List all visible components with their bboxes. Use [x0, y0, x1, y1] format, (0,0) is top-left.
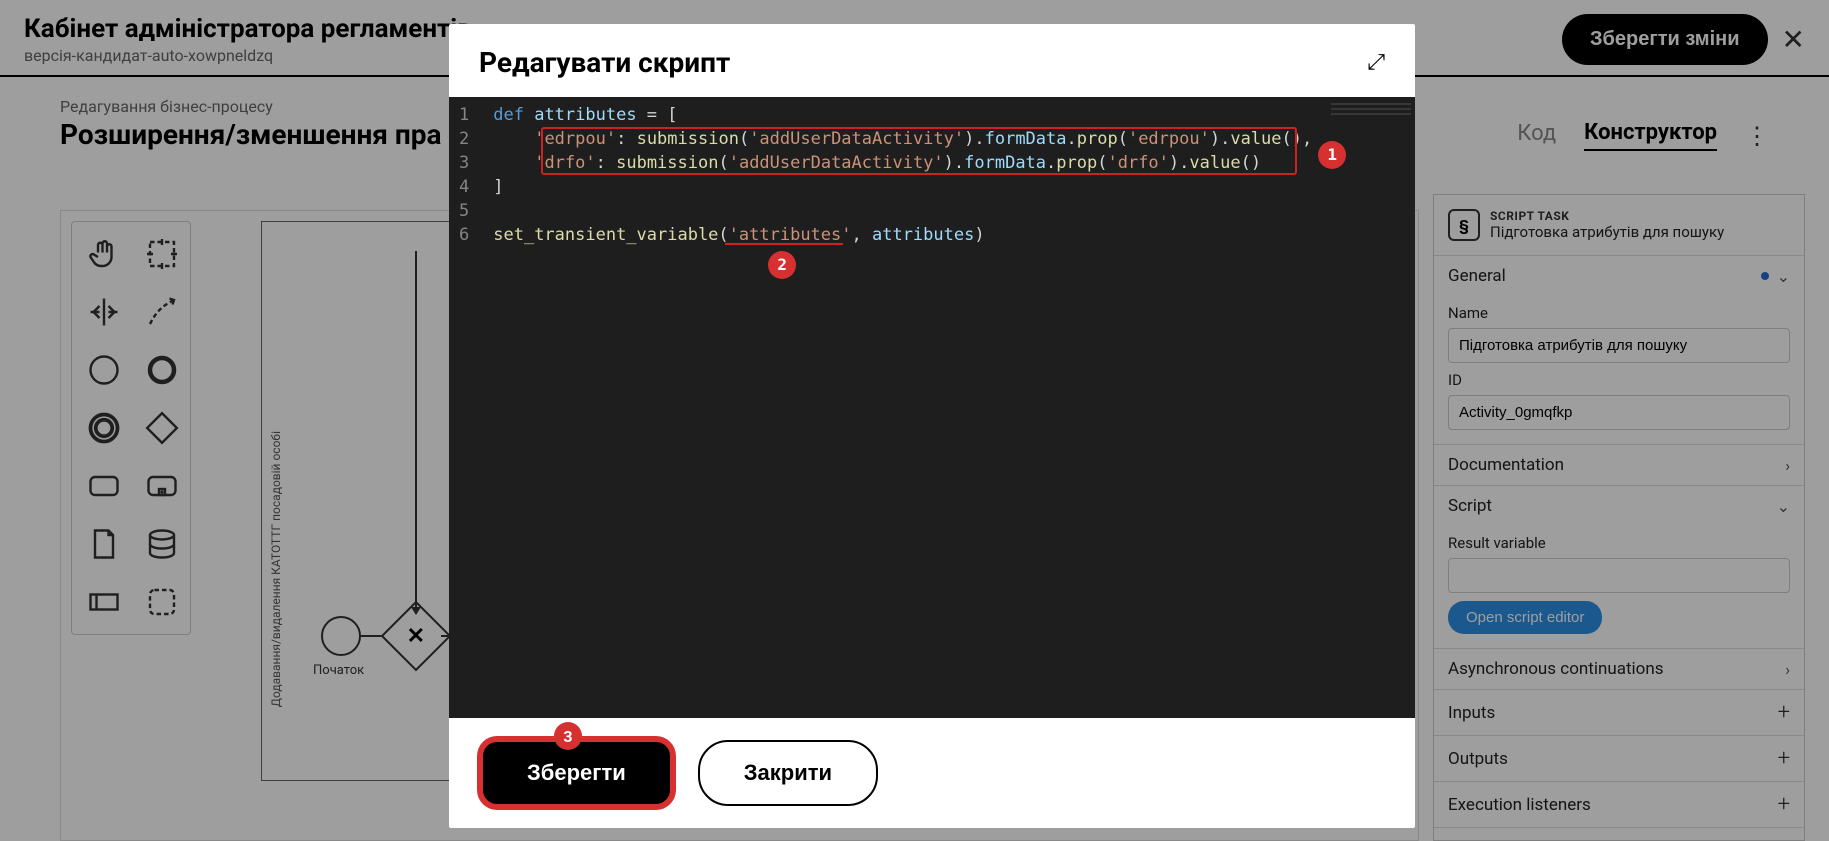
expand-icon[interactable]: ⤢: [1367, 50, 1385, 75]
script-editor-modal: Редагувати скрипт ⤢ 1 2 3 4 5 6 def attr…: [449, 24, 1415, 828]
callout-3: 3: [554, 722, 582, 750]
line-gutter: 1 2 3 4 5 6: [449, 97, 483, 718]
modal-title: Редагувати скрипт: [479, 46, 730, 79]
minimap[interactable]: [1331, 103, 1411, 123]
callout-2: 2: [768, 251, 796, 279]
modal-header: Редагувати скрипт ⤢: [449, 24, 1415, 97]
save-button[interactable]: Зберегти: [479, 738, 674, 808]
code-content[interactable]: def attributes = [ 'edrpou': submission(…: [483, 97, 1415, 718]
close-button[interactable]: Закрити: [698, 740, 878, 806]
modal-footer: Зберегти Закрити: [449, 718, 1415, 828]
code-editor[interactable]: 1 2 3 4 5 6 def attributes = [ 'edrpou':…: [449, 97, 1415, 718]
annotation-underline: [725, 243, 843, 245]
